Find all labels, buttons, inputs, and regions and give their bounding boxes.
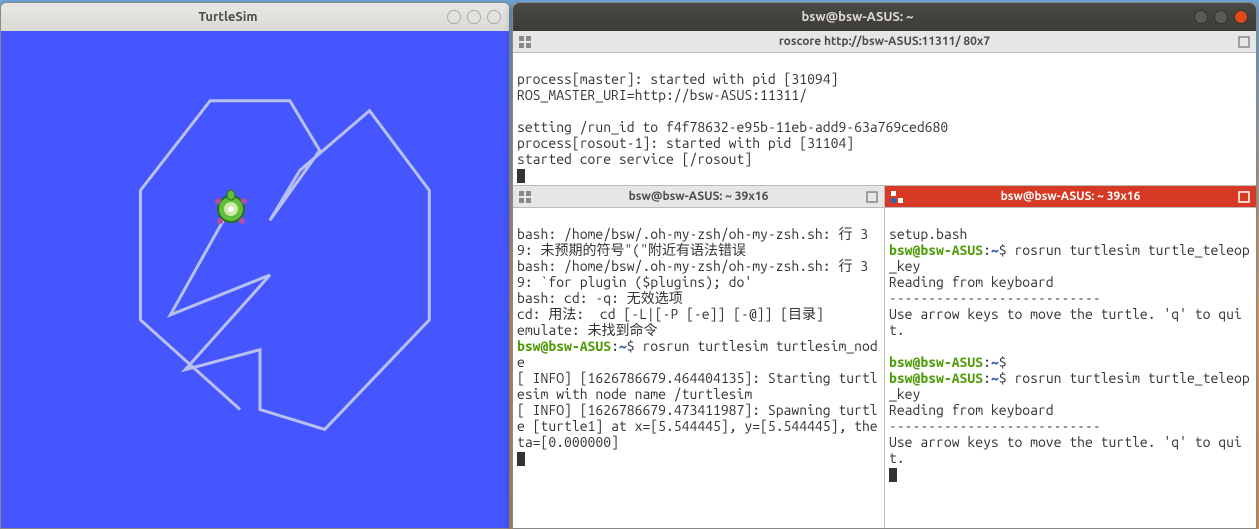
pane-menu-icon[interactable] <box>519 36 531 48</box>
prompt-user: bsw@bsw-ASUS <box>889 354 983 370</box>
prompt-path: ~ <box>991 354 999 370</box>
term-line: [ INFO] [1626786679.464404135]: Starting… <box>517 370 878 402</box>
bottom-right-pane[interactable]: bsw@bsw-ASUS: ~ 39x16 setup.bash bsw@bsw… <box>885 186 1256 528</box>
pane-max-icon[interactable] <box>866 191 878 203</box>
term-line: setting /run_id to f4f78632-e95b-11eb-ad… <box>517 119 948 135</box>
pane-max-icon[interactable] <box>1238 191 1250 203</box>
term-line: cd: 用法: cd [-L|[-P [-e]] [-@]] [目录] <box>517 306 824 322</box>
prompt-dollar: $ <box>999 242 1015 258</box>
turtle-path <box>1 31 509 529</box>
prompt-sep: : <box>611 338 619 354</box>
cursor <box>517 169 525 183</box>
term-line: bash: /home/bsw/.oh-my-zsh/oh-my-zsh.sh:… <box>517 258 868 290</box>
window-controls <box>1194 10 1248 24</box>
minimize-button[interactable] <box>1194 10 1208 24</box>
terminal-window: bsw@bsw-ASUS: ~ roscore http://bsw-ASUS:… <box>512 2 1257 529</box>
prompt-sep: : <box>983 354 991 370</box>
br-pane-output[interactable]: setup.bash bsw@bsw-ASUS:~$ rosrun turtle… <box>885 208 1256 528</box>
term-line: Reading from keyboard <box>889 274 1054 290</box>
term-line: started core service [/rosout] <box>517 151 752 167</box>
prompt-dollar: $ <box>999 354 1015 370</box>
prompt-path: ~ <box>619 338 627 354</box>
top-pane-tabbar[interactable]: roscore http://bsw-ASUS:11311/ 80x7 <box>513 31 1256 53</box>
term-line: bash: cd: -q: 无效选项 <box>517 290 683 306</box>
pane-menu-icon[interactable] <box>891 191 903 203</box>
cursor <box>889 468 897 482</box>
maximize-button[interactable] <box>467 10 481 24</box>
term-line: process[rosout-1]: started with pid [311… <box>517 135 854 151</box>
prompt-user: bsw@bsw-ASUS <box>517 338 611 354</box>
term-line: Use arrow keys to move the turtle. 'q' t… <box>889 306 1242 338</box>
top-pane-title: roscore http://bsw-ASUS:11311/ 80x7 <box>537 35 1232 48</box>
top-pane[interactable]: roscore http://bsw-ASUS:11311/ 80x7 proc… <box>513 31 1256 186</box>
maximize-button[interactable] <box>1214 10 1228 24</box>
bl-pane-tabbar[interactable]: bsw@bsw-ASUS: ~ 39x16 <box>513 186 884 208</box>
term-line: Use arrow keys to move the turtle. 'q' t… <box>889 434 1242 466</box>
term-line: setup.bash <box>889 226 967 242</box>
bl-pane-title: bsw@bsw-ASUS: ~ 39x16 <box>537 190 860 203</box>
cursor <box>517 452 525 466</box>
close-button[interactable] <box>1234 10 1248 24</box>
prompt-path: ~ <box>991 370 999 386</box>
term-line: bash: /home/bsw/.oh-my-zsh/oh-my-zsh.sh:… <box>517 226 868 258</box>
turtlesim-titlebar[interactable]: TurtleSim <box>1 3 509 31</box>
turtlesim-window: TurtleSim <box>0 2 510 529</box>
br-pane-title: bsw@bsw-ASUS: ~ 39x16 <box>909 190 1232 203</box>
term-line: ROS_MASTER_URI=http://bsw-ASUS:11311/ <box>517 87 807 103</box>
terminal-panes: roscore http://bsw-ASUS:11311/ 80x7 proc… <box>513 31 1256 528</box>
term-line: --------------------------- <box>889 290 1101 306</box>
pane-max-icon[interactable] <box>1238 36 1250 48</box>
prompt-sep: : <box>983 370 991 386</box>
prompt-user: bsw@bsw-ASUS <box>889 370 983 386</box>
prompt-path: ~ <box>991 242 999 258</box>
prompt-dollar: $ <box>627 338 643 354</box>
bl-pane-output[interactable]: bash: /home/bsw/.oh-my-zsh/oh-my-zsh.sh:… <box>513 208 884 528</box>
minimize-button[interactable] <box>447 10 461 24</box>
term-line: [ INFO] [1626786679.473411987]: Spawning… <box>517 402 878 450</box>
br-pane-tabbar[interactable]: bsw@bsw-ASUS: ~ 39x16 <box>885 186 1256 208</box>
term-line: Reading from keyboard <box>889 402 1054 418</box>
turtlesim-canvas[interactable] <box>1 31 509 528</box>
bottom-left-pane[interactable]: bsw@bsw-ASUS: ~ 39x16 bash: /home/bsw/.o… <box>513 186 885 528</box>
top-pane-output[interactable]: process[master]: started with pid [31094… <box>513 53 1256 185</box>
close-button[interactable] <box>487 10 501 24</box>
bottom-row: bsw@bsw-ASUS: ~ 39x16 bash: /home/bsw/.o… <box>513 186 1256 528</box>
term-line: emulate: 未找到命令 <box>517 322 658 338</box>
prompt-sep: : <box>983 242 991 258</box>
terminal-titlebar[interactable]: bsw@bsw-ASUS: ~ <box>513 3 1256 31</box>
term-line: --------------------------- <box>889 418 1101 434</box>
term-line: process[master]: started with pid [31094… <box>517 71 838 87</box>
prompt-user: bsw@bsw-ASUS <box>889 242 983 258</box>
terminal-title: bsw@bsw-ASUS: ~ <box>521 10 1194 24</box>
window-controls <box>447 10 501 24</box>
turtle-icon <box>211 189 251 229</box>
prompt-dollar: $ <box>999 370 1015 386</box>
turtlesim-title: TurtleSim <box>9 10 447 24</box>
pane-menu-icon[interactable] <box>519 191 531 203</box>
